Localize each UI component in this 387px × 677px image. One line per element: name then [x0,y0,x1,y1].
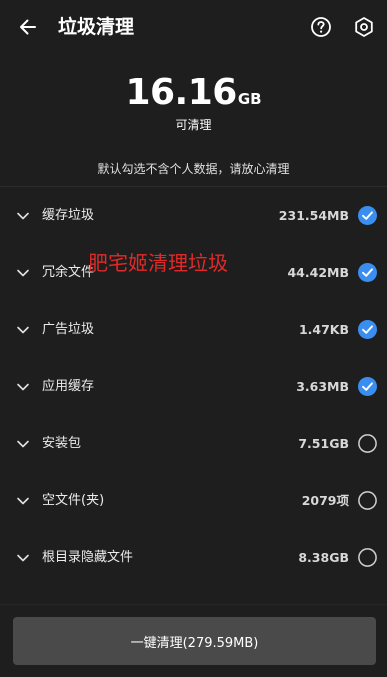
checkbox-unchecked-icon[interactable] [358,434,377,453]
item-label: 应用缓存 [42,379,95,394]
cleanable-caption: 可清理 [175,118,212,132]
item-size: 3.63MB [296,379,349,394]
item-size: 44.42MB [287,265,349,280]
checkbox-unchecked-icon[interactable] [358,548,377,567]
checkbox-checked-icon[interactable] [358,206,377,225]
junk-category-list: 缓存垃圾 231.54MB 冗余文件 44.42MB 广告垃圾 1.47KB 应… [0,188,387,587]
list-item[interactable]: 缓存垃圾 231.54MB [0,188,387,245]
back-button[interactable] [12,11,44,43]
chevron-down-icon[interactable] [15,208,31,224]
item-size: 8.38GB [298,550,349,565]
checkbox-checked-icon[interactable] [358,377,377,396]
arrow-left-icon [20,19,36,35]
list-item[interactable]: 安装包 7.51GB [0,416,387,473]
gear-icon [355,17,373,37]
help-circle-icon [311,17,331,37]
item-size: 231.54MB [278,208,349,223]
item-label: 广告垃圾 [42,322,95,337]
list-item[interactable]: 空文件(夹) 2079项 [0,473,387,530]
list-item[interactable]: 冗余文件 44.42MB [0,245,387,302]
item-label: 缓存垃圾 [42,208,95,223]
cleanable-size-unit: GB [237,90,262,108]
help-button[interactable] [305,11,337,43]
item-size: 7.51GB [298,436,349,451]
chevron-down-icon[interactable] [15,493,31,509]
settings-button[interactable] [348,11,380,43]
cleanable-summary: 16.16 GB 可清理 [0,72,387,133]
checkbox-checked-icon[interactable] [358,320,377,339]
list-item[interactable]: 根目录隐藏文件 8.38GB [0,530,387,587]
divider [0,186,387,187]
list-item[interactable]: 广告垃圾 1.47KB [0,302,387,359]
item-size: 2079项 [301,493,349,508]
item-label: 根目录隐藏文件 [42,550,134,565]
item-label: 空文件(夹) [42,493,105,508]
page-title: 垃圾清理 [58,16,135,38]
chevron-down-icon[interactable] [15,436,31,452]
item-label: 冗余文件 [42,265,95,280]
selection-hint: 默认勾选不含个人数据，请放心清理 [97,162,290,176]
item-size: 1.47KB [298,322,349,337]
chevron-down-icon[interactable] [15,379,31,395]
one-click-clean-button[interactable]: 一键清理(279.59MB) [13,617,376,665]
cleanable-size: 16.16 GB [0,72,387,114]
checkbox-checked-icon[interactable] [358,263,377,282]
chevron-down-icon[interactable] [15,322,31,338]
app-bar: 垃圾清理 [0,0,387,54]
item-label: 安装包 [42,436,82,451]
checkbox-unchecked-icon[interactable] [358,491,377,510]
divider [0,604,387,605]
list-item[interactable]: 应用缓存 3.63MB [0,359,387,416]
chevron-down-icon[interactable] [15,265,31,281]
cleanable-size-value: 16.16 [125,72,237,113]
chevron-down-icon[interactable] [15,550,31,566]
